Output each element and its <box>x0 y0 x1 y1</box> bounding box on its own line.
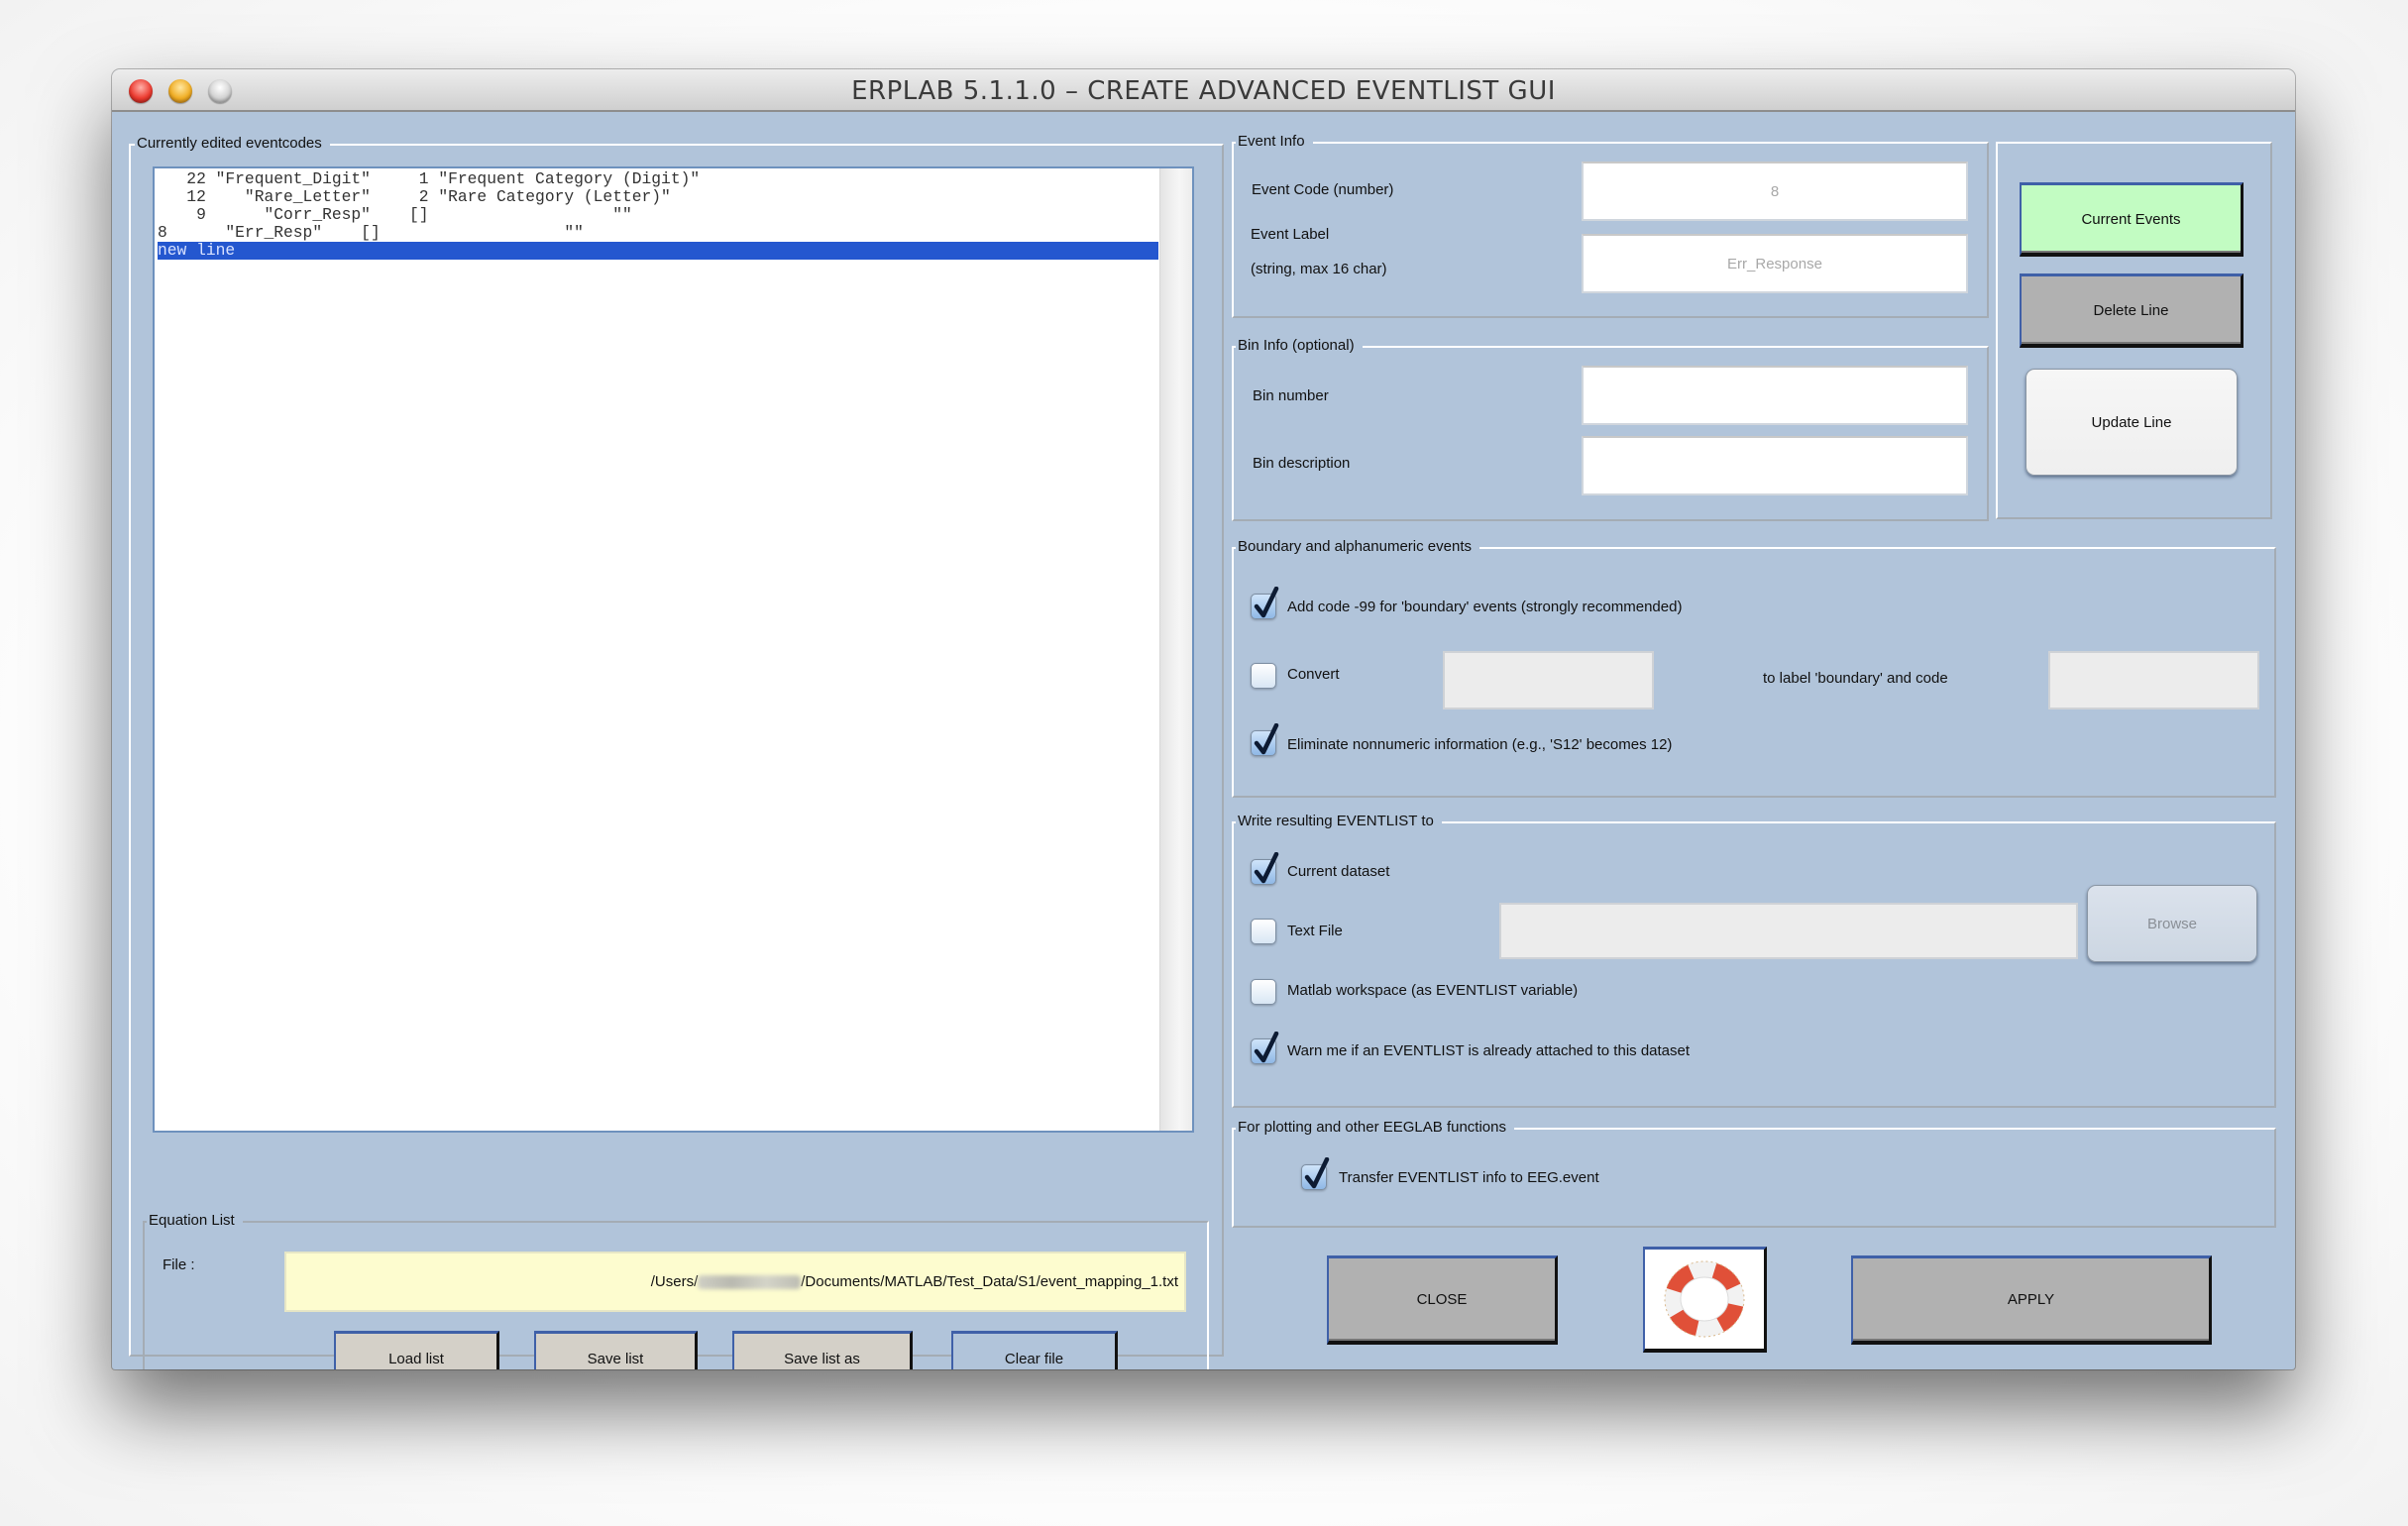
erplab-window: ERPLAB 5.1.1.0 – CREATE ADVANCED EVENTLI… <box>112 69 2295 1369</box>
eventcodes-rows: 22 "Frequent_Digit" 1 "Frequent Category… <box>158 170 1158 260</box>
life-ring-icon <box>1664 1260 1745 1338</box>
file-path-prefix: /Users/ <box>650 1273 699 1290</box>
file-path-field[interactable]: /Users/ /Documents/MATLAB/Test_Data/S1/ev… <box>284 1252 1186 1312</box>
line-actions-panel: Current Events Delete Line Update Line <box>1996 142 2272 519</box>
bin-description-input[interactable] <box>1582 436 1968 495</box>
bin-info-title: Bin Info (optional) <box>1236 336 1363 356</box>
checkmark-icon <box>1254 723 1279 755</box>
warn-existing-eventlist-checkbox[interactable] <box>1251 1032 1279 1064</box>
transfer-eventlist-checkbox[interactable] <box>1301 1157 1330 1190</box>
clear-file-button[interactable]: Clear file <box>951 1331 1118 1369</box>
equation-list-title: Equation List <box>147 1211 243 1231</box>
plotting-title: For plotting and other EEGLAB functions <box>1236 1118 1514 1138</box>
event-label-label: Event Label <box>1251 226 1330 243</box>
matlab-workspace-label: Matlab workspace (as EVENTLIST variable) <box>1287 982 1579 999</box>
file-path-suffix: /Documents/MATLAB/Test_Data/S1/event_map… <box>801 1273 1178 1290</box>
listbox-scrollbar[interactable] <box>1159 168 1192 1131</box>
add-boundary-code-label: Add code -99 for 'boundary' events (stro… <box>1287 599 1683 615</box>
eventcodes-listbox[interactable]: 22 "Frequent_Digit" 1 "Frequent Category… <box>153 166 1194 1133</box>
list-item-selected[interactable]: new line <box>158 242 1158 260</box>
checkmark-icon <box>1254 1032 1279 1063</box>
text-file-checkbox[interactable] <box>1251 919 1276 944</box>
current-dataset-label: Current dataset <box>1287 863 1390 880</box>
write-eventlist-panel: Write resulting EVENTLIST to Current dat… <box>1232 812 2276 1108</box>
delete-line-button[interactable]: Delete Line <box>2020 273 2244 348</box>
convert-to-code-input[interactable] <box>2048 651 2259 709</box>
eliminate-nonnumeric-label: Eliminate nonnumeric information (e.g., … <box>1287 736 1673 753</box>
load-list-button[interactable]: Load list <box>334 1331 499 1369</box>
checkmark-icon <box>1254 852 1279 884</box>
apply-button[interactable]: APPLY <box>1851 1255 2212 1345</box>
file-label: File : <box>163 1256 195 1273</box>
event-code-label: Event Code (number) <box>1252 181 1394 198</box>
warn-existing-eventlist-label: Warn me if an EVENTLIST is already attac… <box>1287 1042 1691 1059</box>
write-eventlist-title: Write resulting EVENTLIST to <box>1236 812 1442 831</box>
list-item[interactable]: 12 "Rare_Letter" 2 "Rare Category (Lette… <box>158 188 1158 206</box>
bin-number-input[interactable] <box>1582 366 1968 425</box>
convert-checkbox[interactable] <box>1251 663 1276 689</box>
save-list-button[interactable]: Save list <box>534 1331 698 1369</box>
close-window-button[interactable] <box>129 79 153 103</box>
save-list-as-button[interactable]: Save list as <box>732 1331 913 1369</box>
boundary-panel: Boundary and alphanumeric events Add cod… <box>1232 537 2276 798</box>
event-info-title: Event Info <box>1236 132 1313 152</box>
matlab-workspace-checkbox[interactable] <box>1251 979 1276 1005</box>
redacted-username <box>698 1274 802 1289</box>
list-item[interactable]: 9 "Corr_Resp" [] "" <box>158 206 1158 224</box>
plotting-panel: For plotting and other EEGLAB functions … <box>1232 1118 2276 1228</box>
title-bar[interactable]: ERPLAB 5.1.1.0 – CREATE ADVANCED EVENTLI… <box>112 69 2295 112</box>
browse-button[interactable]: Browse <box>2087 885 2257 962</box>
list-item[interactable]: 8 "Err_Resp" [] "" <box>158 224 1158 242</box>
bin-description-label: Bin description <box>1253 455 1351 472</box>
text-file-label: Text File <box>1287 923 1343 939</box>
to-boundary-label: to label 'boundary' and code <box>1763 670 1948 687</box>
convert-label: Convert <box>1287 666 1340 683</box>
event-code-input[interactable]: 8 <box>1582 162 1968 221</box>
bin-info-panel: Bin Info (optional) Bin number Bin descr… <box>1232 336 1989 521</box>
boundary-title: Boundary and alphanumeric events <box>1236 537 1479 557</box>
checkmark-icon <box>1254 587 1279 618</box>
close-button[interactable]: CLOSE <box>1327 1255 1558 1345</box>
text-file-path-input[interactable] <box>1499 903 2078 959</box>
list-item[interactable]: 22 "Frequent_Digit" 1 "Frequent Category… <box>158 170 1158 188</box>
event-label-input[interactable]: Err_Response <box>1582 234 1968 293</box>
current-events-button[interactable]: Current Events <box>2020 182 2244 257</box>
convert-from-input[interactable] <box>1443 651 1654 709</box>
eventcodes-panel: Currently edited eventcodes 22 "Frequent… <box>129 134 1224 1369</box>
equation-list-panel: Equation List File : /Users/ /Documents/M… <box>143 1211 1209 1369</box>
event-info-panel: Event Info Event Code (number) 8 Event L… <box>1232 132 1989 318</box>
eliminate-nonnumeric-checkbox[interactable] <box>1251 723 1279 756</box>
help-button[interactable] <box>1643 1247 1767 1353</box>
update-line-button[interactable]: Update Line <box>2025 369 2238 476</box>
current-dataset-checkbox[interactable] <box>1251 852 1279 885</box>
window-title: ERPLAB 5.1.1.0 – CREATE ADVANCED EVENTLI… <box>851 76 1556 106</box>
bin-number-label: Bin number <box>1253 387 1329 404</box>
minimize-window-button[interactable] <box>168 79 192 103</box>
checkmark-icon <box>1304 1157 1330 1189</box>
transfer-eventlist-label: Transfer EVENTLIST info to EEG.event <box>1339 1169 1599 1186</box>
eventcodes-panel-title: Currently edited eventcodes <box>135 134 330 154</box>
add-boundary-code-checkbox[interactable] <box>1251 587 1279 619</box>
event-label-hint: (string, max 16 char) <box>1251 261 1387 277</box>
zoom-window-button[interactable] <box>208 79 232 103</box>
